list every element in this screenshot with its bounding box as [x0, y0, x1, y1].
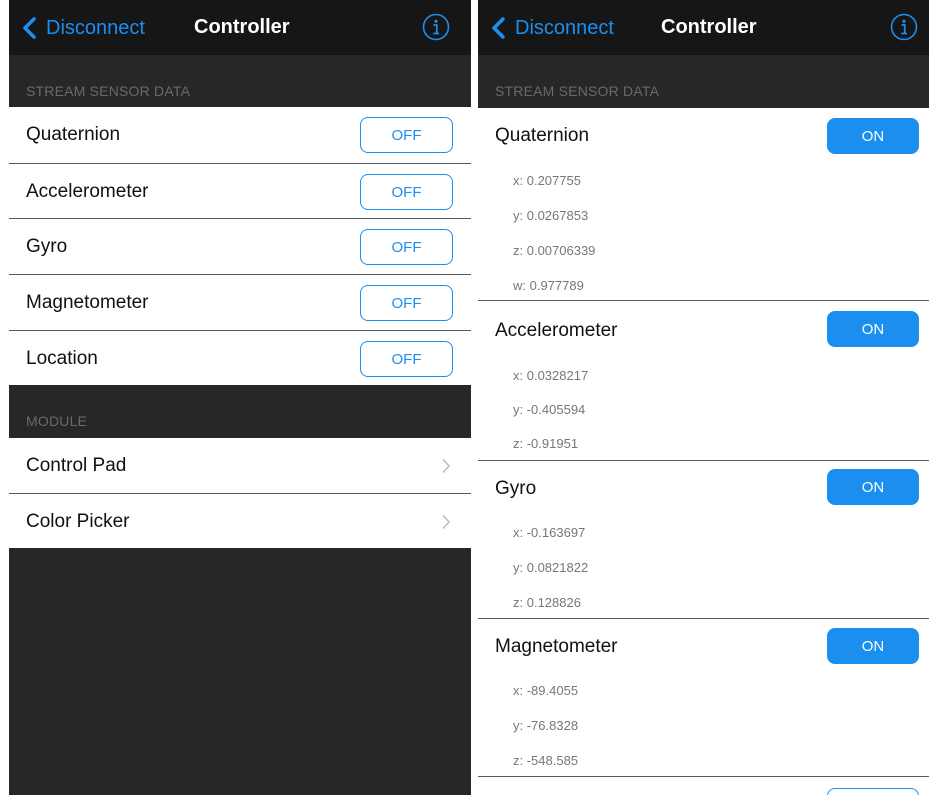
gyro-toggle[interactable]: ON	[827, 469, 919, 505]
magnetometer-toggle[interactable]: OFF	[360, 285, 453, 321]
sensor-block-gyro: Gyro ON x: -0.163697 y: 0.0821822 z: 0.1…	[478, 461, 929, 618]
quaternion-x-value: x: 0.207755	[513, 173, 581, 188]
sensor-label: Accelerometer	[26, 181, 149, 202]
sensor-label: Accelerometer	[495, 320, 618, 341]
sensor-block-quaternion: Quaternion ON x: 0.207755 y: 0.0267853 z…	[478, 108, 929, 300]
module-row-control-pad[interactable]: Control Pad	[9, 438, 471, 493]
sensor-label: Location	[26, 348, 98, 369]
sensor-row-location: Location OFF	[9, 331, 471, 385]
sensor-block-partial	[478, 777, 929, 795]
sensor-row-gyro: Gyro OFF	[9, 219, 471, 274]
quaternion-z-value: z: 0.00706339	[513, 243, 596, 258]
info-icon[interactable]	[422, 13, 450, 41]
chevron-right-icon	[442, 514, 451, 530]
magnetometer-y-value: y: -76.8328	[513, 718, 579, 733]
disconnect-button[interactable]: Disconnect	[19, 13, 145, 43]
quaternion-w-value: w: 0.977789	[513, 278, 584, 293]
sensor-label: Gyro	[26, 236, 68, 257]
magnetometer-x-value: x: -89.4055	[513, 683, 579, 698]
module-label: Color Picker	[26, 511, 130, 532]
navigation-bar: Disconnect Controller	[9, 0, 471, 55]
accelerometer-z-value: z: -0.91951	[513, 436, 579, 451]
magnetometer-z-value: z: -548.585	[513, 753, 579, 768]
disconnect-label: Disconnect	[515, 16, 614, 39]
sensor-row-accelerometer: Accelerometer OFF	[9, 164, 471, 218]
module-label: Control Pad	[26, 455, 127, 476]
page-title: Controller	[194, 16, 290, 38]
sensor-row-quaternion: Quaternion OFF	[9, 107, 471, 163]
disconnect-button[interactable]: Disconnect	[488, 13, 614, 43]
sensor-label: Gyro	[495, 478, 537, 499]
left-screen: Disconnect Controller STREAM SENSOR DATA…	[9, 0, 471, 795]
module-row-color-picker[interactable]: Color Picker	[9, 494, 471, 548]
gyro-x-value: x: -0.163697	[513, 525, 586, 540]
disconnect-label: Disconnect	[46, 16, 145, 39]
page-title: Controller	[661, 16, 757, 38]
navigation-bar: Disconnect Controller	[478, 0, 929, 55]
sensor-label: Quaternion	[495, 125, 590, 146]
chevron-right-icon	[442, 458, 451, 474]
chevron-left-icon	[23, 17, 36, 39]
accelerometer-toggle[interactable]: OFF	[360, 174, 453, 210]
sensor-label: Magnetometer	[26, 292, 149, 313]
stream-sensor-data-header: STREAM SENSOR DATA	[495, 83, 660, 99]
sensor-block-magnetometer: Magnetometer ON x: -89.4055 y: -76.8328 …	[478, 619, 929, 776]
sensor-label: Quaternion	[26, 124, 121, 145]
accelerometer-toggle[interactable]: ON	[827, 311, 919, 347]
magnetometer-toggle[interactable]: ON	[827, 628, 919, 664]
quaternion-y-value: y: 0.0267853	[513, 208, 589, 223]
chevron-left-icon	[492, 17, 505, 39]
info-icon[interactable]	[890, 13, 918, 41]
gyro-toggle[interactable]: OFF	[360, 229, 453, 265]
quaternion-toggle[interactable]: OFF	[360, 117, 453, 153]
accelerometer-x-value: x: 0.0328217	[513, 368, 589, 383]
quaternion-toggle[interactable]: ON	[827, 118, 919, 154]
location-toggle[interactable]: OFF	[360, 341, 453, 377]
sensor-label: Magnetometer	[495, 636, 618, 657]
accelerometer-y-value: y: -0.405594	[513, 402, 586, 417]
right-screen: Disconnect Controller STREAM SENSOR DATA…	[478, 0, 929, 795]
gyro-y-value: y: 0.0821822	[513, 560, 589, 575]
gyro-z-value: z: 0.128826	[513, 595, 581, 610]
module-header: MODULE	[26, 413, 88, 429]
sensor-row-magnetometer: Magnetometer OFF	[9, 275, 471, 330]
sensor-block-accelerometer: Accelerometer ON x: 0.0328217 y: -0.4055…	[478, 301, 929, 460]
partial-toggle[interactable]	[827, 788, 919, 795]
stream-sensor-data-header: STREAM SENSOR DATA	[26, 83, 191, 99]
